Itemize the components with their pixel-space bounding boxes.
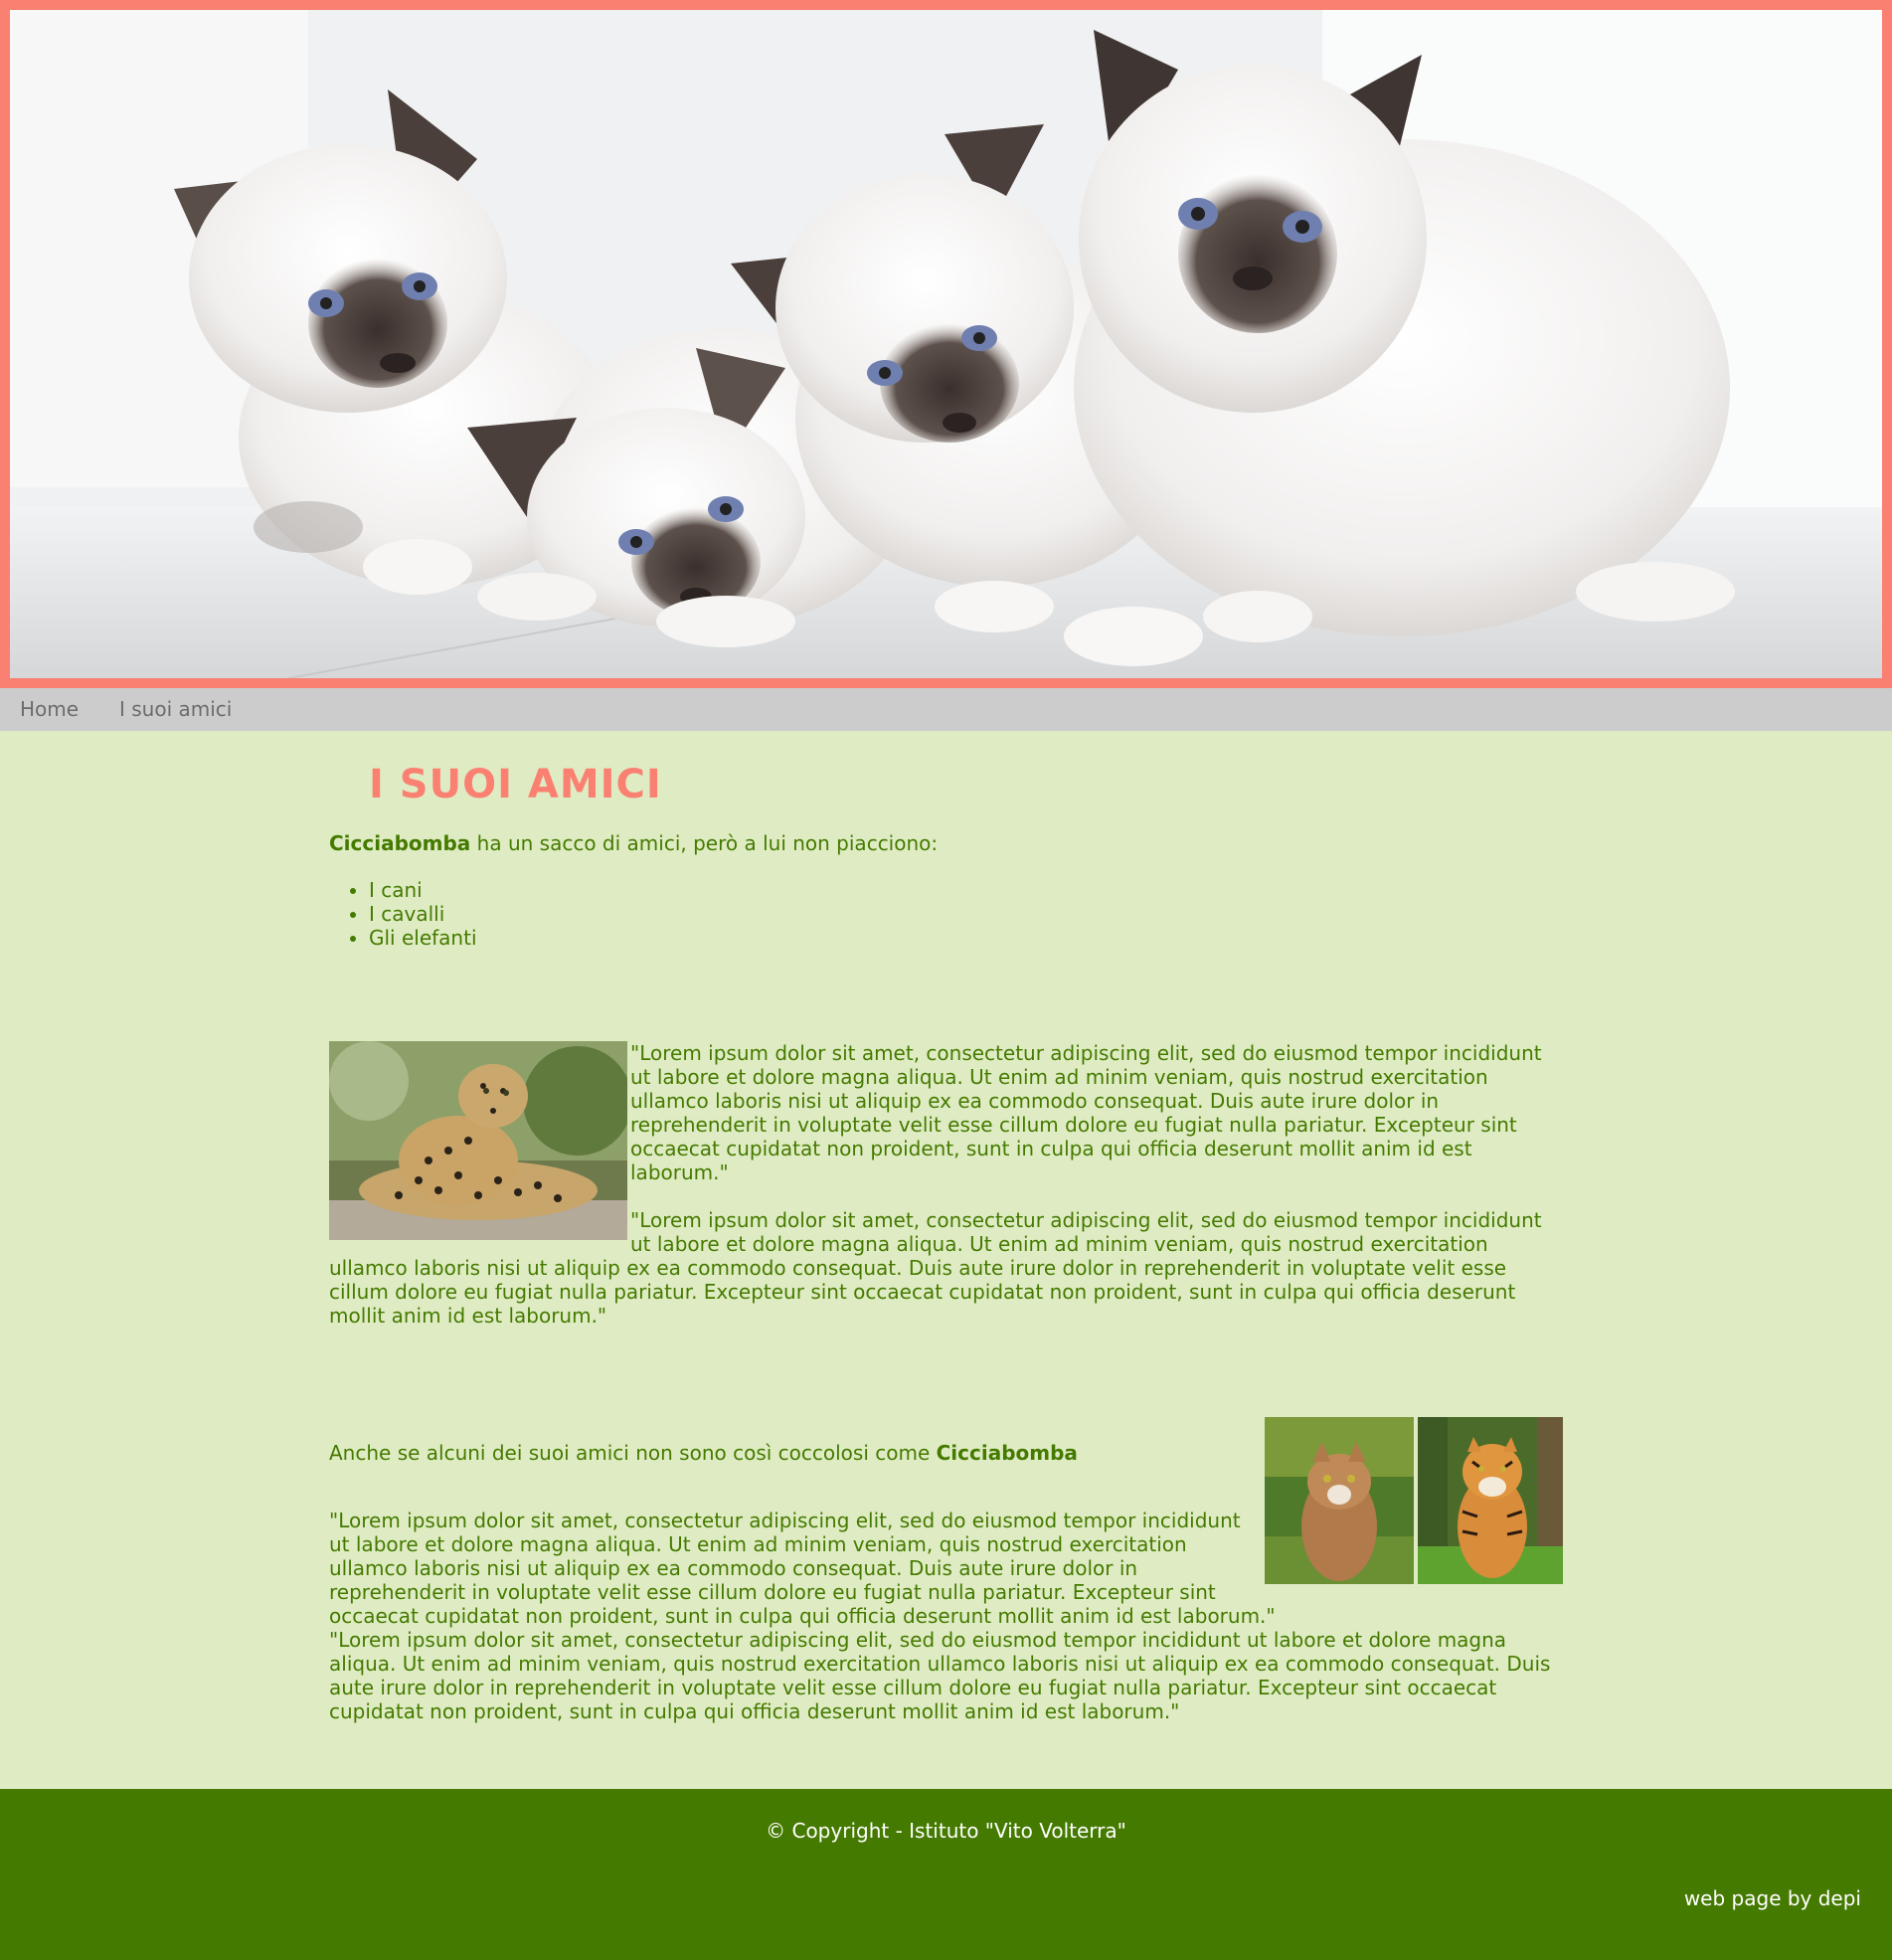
leopard-photo	[329, 1041, 627, 1240]
friends-lead-sentence: Anche se alcuni dei suoi amici non sono …	[329, 1441, 937, 1465]
nav-link-i-suoi-amici[interactable]: I suoi amici	[119, 688, 232, 731]
friends-section: Anche se alcuni dei suoi amici non sono …	[329, 1417, 1563, 1723]
friends-paragraph-2: "Lorem ipsum dolor sit amet, consectetur…	[329, 1628, 1551, 1723]
orange-cat-photo	[1265, 1417, 1414, 1584]
nav-link-home[interactable]: Home	[20, 688, 79, 731]
list-item: I cani	[369, 878, 477, 902]
header-banner	[0, 0, 1892, 688]
leopard-section: "Lorem ipsum dolor sit amet, consectetur…	[329, 1041, 1563, 1351]
copyright-text: © Copyright - Istituto "Vito Volterra"	[766, 1819, 1126, 1843]
credit-text: web page by depi	[1683, 1886, 1861, 1910]
list-item: I cavalli	[369, 902, 477, 926]
intro-text: Cicciabomba ha un sacco di amici, però a…	[329, 831, 1563, 855]
kittens-banner-image	[10, 10, 1882, 678]
main-content: I SUOI AMICI Cicciabomba ha un sacco di …	[329, 731, 1563, 1789]
top-nav: Home I suoi amici	[0, 688, 1892, 731]
friends-lead-name: Cicciabomba	[936, 1441, 1078, 1465]
friends-images	[1265, 1417, 1563, 1584]
list-item: Gli elefanti	[369, 926, 477, 950]
tiger-photo	[1418, 1417, 1563, 1584]
page-title: I SUOI AMICI	[369, 762, 662, 807]
intro-name: Cicciabomba	[329, 831, 471, 855]
intro-sentence: ha un sacco di amici, però a lui non pia…	[470, 831, 939, 855]
dislikes-list: I cani I cavalli Gli elefanti	[329, 878, 477, 950]
page-footer: © Copyright - Istituto "Vito Volterra" w…	[0, 1789, 1892, 1960]
